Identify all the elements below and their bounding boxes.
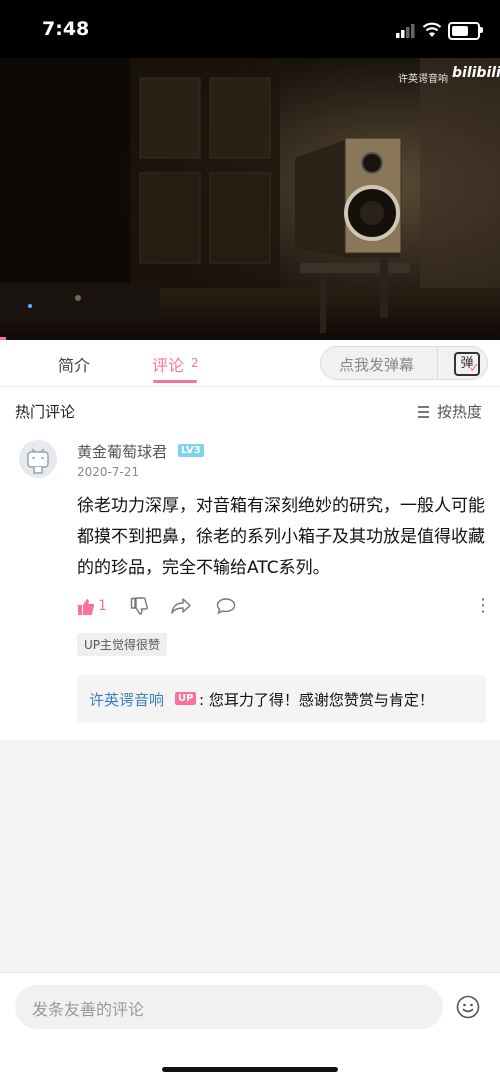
battery-tip bbox=[480, 27, 483, 33]
more-options-icon[interactable]: ⋮ bbox=[474, 597, 492, 615]
tab-intro[interactable]: 简介 bbox=[58, 352, 90, 376]
sort-icon[interactable] bbox=[418, 406, 429, 421]
comment-username[interactable]: 黄金葡萄球君 bbox=[77, 441, 167, 462]
like-icon[interactable] bbox=[77, 598, 95, 616]
comment-date: 2020-7-21 bbox=[77, 465, 140, 479]
dislike-icon[interactable] bbox=[130, 597, 148, 615]
bottom-comment-bar: 发条友善的评论 bbox=[0, 972, 500, 1083]
up-liked-badge: UP主觉得很赞 bbox=[77, 633, 168, 656]
video-watermark: 许英谔音响 bbox=[398, 74, 448, 85]
tab-comments-count: 2 bbox=[191, 356, 199, 370]
wifi-icon bbox=[422, 22, 442, 37]
danmaku-input[interactable]: 点我发弹幕 弹 ✓ bbox=[320, 346, 488, 380]
comment-text: 徐老功力深厚，对音箱有深刻绝妙的研究，一般人可能都摸不到把鼻，徐老的系列小箱子及… bbox=[77, 496, 485, 578]
home-indicator bbox=[162, 1067, 338, 1072]
divider bbox=[437, 347, 438, 379]
reply-comment-icon[interactable] bbox=[216, 597, 236, 615]
danmaku-placeholder: 点我发弹幕 bbox=[339, 356, 415, 374]
check-icon: ✓ bbox=[469, 361, 480, 376]
reply-author[interactable]: 许英谔音响 bbox=[89, 689, 164, 710]
comment-input[interactable]: 发条友善的评论 bbox=[15, 985, 443, 1029]
tab-active-indicator bbox=[153, 380, 197, 383]
comment-input-placeholder: 发条友善的评论 bbox=[32, 1000, 145, 1019]
reply-preview[interactable]: 许英谔音响 UP : 您耳力了得！感谢您赞赏与肯定！ bbox=[77, 675, 486, 723]
up-badge: UP bbox=[175, 692, 197, 705]
sort-button[interactable]: 按热度 bbox=[437, 401, 482, 422]
video-player[interactable] bbox=[0, 58, 500, 340]
emoji-icon[interactable] bbox=[456, 995, 480, 1019]
section-title: 热门评论 bbox=[15, 403, 76, 421]
tab-comments[interactable]: 评论 bbox=[152, 352, 184, 376]
comments-section: 热门评论 按热度 黄金葡萄球君 LV3 2020-7-21 徐老功力深厚，对音箱… bbox=[0, 387, 500, 740]
avatar[interactable] bbox=[19, 440, 57, 478]
level-badge: LV3 bbox=[178, 444, 204, 457]
video-frame-image bbox=[0, 58, 500, 340]
battery-icon bbox=[448, 22, 480, 40]
bilibili-logo: bilibili bbox=[452, 65, 500, 81]
status-time: 7:48 bbox=[42, 18, 90, 40]
cellular-signal-icon bbox=[396, 24, 415, 38]
status-bar: 7:48 bbox=[0, 0, 500, 58]
default-avatar-icon bbox=[27, 448, 49, 474]
share-icon[interactable] bbox=[171, 597, 191, 615]
like-count: 1 bbox=[98, 598, 107, 614]
tab-bar: 简介 评论 2 点我发弹幕 弹 ✓ bbox=[0, 340, 500, 387]
reply-text: : 您耳力了得！感谢您赞赏与肯定！ bbox=[199, 691, 434, 709]
